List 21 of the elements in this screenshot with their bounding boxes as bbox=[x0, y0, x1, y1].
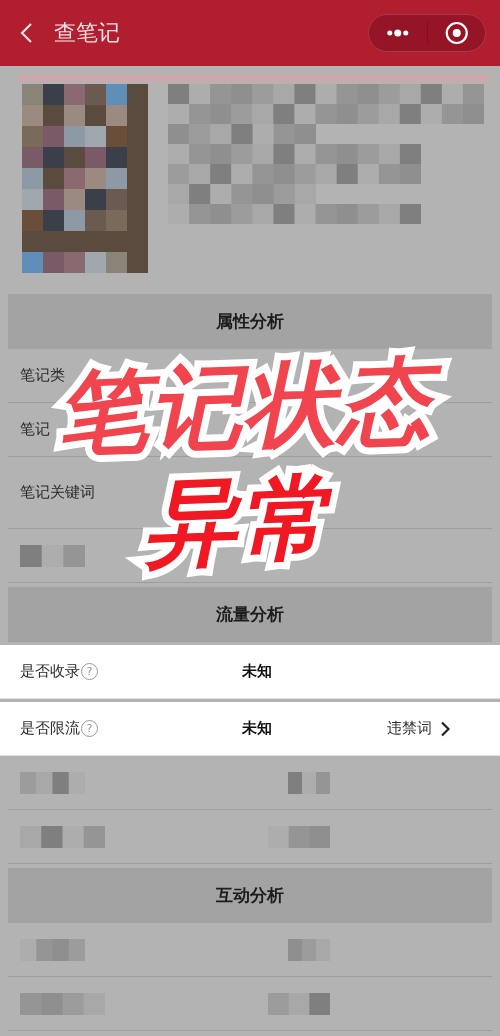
pixelated-text bbox=[268, 825, 330, 848]
pixelated-text bbox=[20, 938, 85, 961]
overlay-caption: 异常 bbox=[141, 463, 335, 580]
row-label: 是否限流 bbox=[20, 719, 80, 738]
pixelated-text bbox=[288, 771, 330, 794]
row-label: 笔记关键词 bbox=[20, 483, 96, 502]
row-label: 是否收录 bbox=[20, 662, 80, 681]
section-header: 互动分析 bbox=[8, 868, 492, 923]
page-title: 查笔记 bbox=[54, 19, 121, 47]
status-value: 未知 bbox=[242, 662, 273, 681]
pixelated-text bbox=[268, 992, 330, 1015]
status-value: 未知 bbox=[242, 719, 273, 738]
section-header: 属性分析 bbox=[8, 294, 492, 349]
section-header: 流量分析 bbox=[8, 587, 492, 642]
pixelated-text bbox=[288, 938, 330, 961]
chevron-right-icon[interactable] bbox=[440, 720, 450, 737]
row-label: 笔记 bbox=[20, 420, 51, 439]
detail-link[interactable]: 违禁词 bbox=[387, 719, 432, 738]
capsule-menu[interactable] bbox=[368, 14, 486, 52]
pixelated-text bbox=[20, 771, 85, 794]
pixelated-text bbox=[20, 544, 85, 567]
